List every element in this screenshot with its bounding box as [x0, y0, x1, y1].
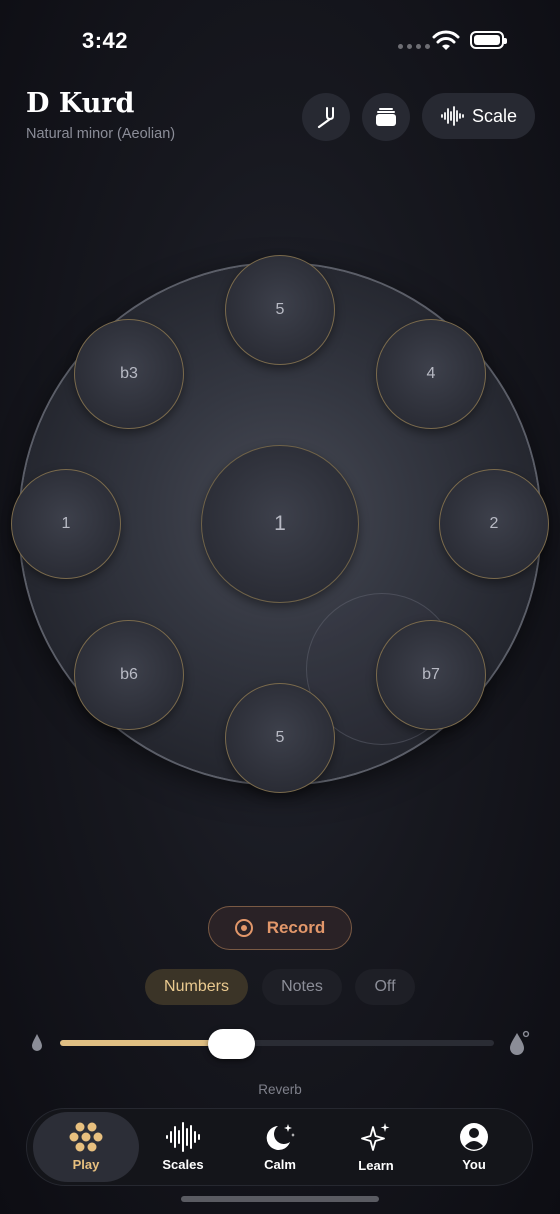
person-circle-icon — [460, 1123, 488, 1151]
droplet-large-icon — [510, 1030, 530, 1055]
note-label: 1 — [274, 512, 286, 535]
battery-icon — [470, 31, 507, 49]
note-label: 2 — [489, 515, 499, 532]
stack-icon — [376, 108, 396, 126]
note-label: 4 — [426, 365, 436, 382]
status-time: 3:42 — [82, 28, 129, 53]
tab-label: Play — [72, 1157, 100, 1172]
reverb-label: Reverb — [258, 1082, 302, 1097]
scale-button-label: Scale — [471, 105, 518, 126]
tab-you[interactable]: You — [422, 1112, 526, 1182]
note-label: 5 — [275, 301, 285, 318]
note-label: 1 — [61, 515, 71, 532]
droplet-small-icon — [32, 1034, 42, 1051]
reverb-slider-thumb[interactable] — [208, 1029, 255, 1059]
sound-layers-button[interactable] — [362, 93, 410, 141]
mode-notes[interactable]: Notes — [262, 969, 342, 1005]
handpan-note[interactable]: 1 — [11, 469, 121, 579]
waveform-icon — [441, 106, 464, 126]
record-icon — [234, 919, 253, 937]
tab-play[interactable]: Play — [33, 1112, 139, 1182]
handpan-note[interactable]: b3 — [74, 319, 184, 429]
handpan-note[interactable]: b7 — [376, 620, 486, 730]
handpan-note[interactable]: 5 — [225, 255, 335, 365]
sparkles-icon — [361, 1123, 390, 1151]
note-label: 5 — [275, 729, 285, 746]
tuning-fork-icon — [317, 107, 334, 129]
tab-label: Calm — [264, 1157, 296, 1172]
handpan-ding-note[interactable]: 1 — [201, 445, 359, 603]
flower-dots-icon — [69, 1122, 103, 1152]
handpan-note[interactable]: 5 — [225, 683, 335, 793]
tab-label: Scales — [162, 1157, 204, 1172]
record-label: Record — [266, 918, 326, 937]
home-indicator[interactable] — [181, 1196, 379, 1202]
note-label: b3 — [120, 365, 138, 382]
moon-stars-icon — [266, 1124, 295, 1150]
record-button[interactable]: Record — [208, 906, 352, 950]
scale-title: D Kurd — [26, 88, 135, 119]
mode-off[interactable]: Off — [355, 969, 415, 1005]
mode-numbers[interactable]: Numbers — [145, 969, 248, 1005]
tab-label: Learn — [358, 1158, 394, 1173]
tab-calm[interactable]: Calm — [228, 1112, 332, 1182]
tab-label: You — [462, 1157, 486, 1172]
scale-button[interactable]: Scale — [422, 93, 535, 139]
note-label: b7 — [422, 666, 440, 683]
handpan-note[interactable]: 4 — [376, 319, 486, 429]
handpan-note[interactable]: b6 — [74, 620, 184, 730]
note-label: b6 — [120, 666, 138, 683]
handpan-note[interactable]: 2 — [439, 469, 549, 579]
cellular-signal-icon — [398, 44, 430, 49]
tab-learn[interactable]: Learn — [324, 1112, 428, 1182]
scale-subtitle: Natural minor (Aeolian) — [26, 126, 176, 142]
tuning-fork-button[interactable] — [302, 93, 350, 141]
tab-scales[interactable]: Scales — [131, 1112, 235, 1182]
waveform-icon — [166, 1122, 200, 1152]
reverb-slider-fill — [60, 1040, 232, 1046]
wifi-icon — [432, 30, 460, 50]
